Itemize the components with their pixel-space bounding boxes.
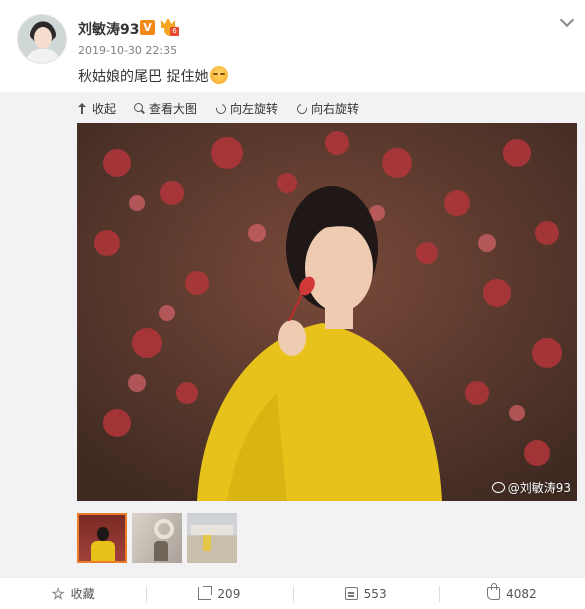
repost-count: 209 — [217, 586, 241, 601]
thumbs-up-icon — [487, 583, 501, 600]
rotate-right-label: 向右旋转 — [311, 101, 360, 116]
repost-button[interactable]: 209 — [146, 578, 292, 609]
post-header: 刘敏涛93 V 6 2019-10-30 22:35 秋姑娘的尾巴 捉住她 — [0, 0, 585, 92]
rotate-right-icon — [296, 103, 307, 114]
media-toolbar: 收起 查看大图 向左旋转 向右旋转 — [77, 99, 359, 117]
smirk-emoji-icon — [210, 66, 229, 84]
comment-count: 553 — [363, 586, 387, 601]
photo-illustration — [77, 123, 577, 501]
view-large-label: 查看大图 — [149, 101, 198, 116]
user-avatar[interactable] — [17, 14, 67, 64]
rotate-left-icon — [215, 103, 226, 114]
comment-button[interactable]: 553 — [292, 578, 439, 609]
post-text: 秋姑娘的尾巴 捉住她 — [78, 66, 229, 86]
action-bar: 收藏 209 553 4082 — [0, 577, 585, 609]
favorite-label: 收藏 — [70, 587, 95, 601]
collapse-label: 收起 — [92, 101, 117, 116]
collapse-button[interactable]: 收起 — [77, 99, 116, 117]
share-icon — [198, 586, 213, 600]
thumbnail-1[interactable] — [77, 513, 127, 563]
watermark-text: @刘敏涛93 — [507, 481, 571, 495]
thumbnail-strip — [77, 513, 237, 563]
vip-level-icon[interactable]: 6 — [160, 18, 180, 36]
like-count: 4082 — [506, 586, 537, 601]
arrow-up-icon — [77, 102, 88, 114]
photo-watermark: @刘敏涛93 — [491, 479, 571, 496]
magnifier-icon — [134, 102, 145, 114]
verified-badge-icon: V — [140, 20, 155, 35]
view-large-button[interactable]: 查看大图 — [134, 99, 197, 117]
thumbnail-2[interactable] — [132, 513, 182, 563]
star-icon — [51, 587, 65, 600]
media-panel: 收起 查看大图 向左旋转 向右旋转 @刘敏涛93 — [0, 92, 585, 577]
main-photo[interactable]: @刘敏涛93 — [77, 123, 577, 501]
rotate-left-label: 向左旋转 — [230, 101, 279, 116]
thumbnail-3[interactable] — [187, 513, 237, 563]
rotate-right-button[interactable]: 向右旋转 — [296, 99, 359, 117]
favorite-button[interactable]: 收藏 — [0, 578, 146, 609]
chevron-down-icon[interactable] — [560, 14, 574, 28]
username[interactable]: 刘敏涛93 — [78, 19, 139, 39]
post-timestamp[interactable]: 2019-10-30 22:35 — [78, 44, 177, 57]
comment-icon — [344, 587, 358, 600]
like-button[interactable]: 4082 — [438, 578, 585, 609]
weibo-logo-icon — [491, 482, 505, 493]
rotate-left-button[interactable]: 向左旋转 — [215, 99, 278, 117]
post-text-content: 秋姑娘的尾巴 捉住她 — [78, 69, 209, 85]
